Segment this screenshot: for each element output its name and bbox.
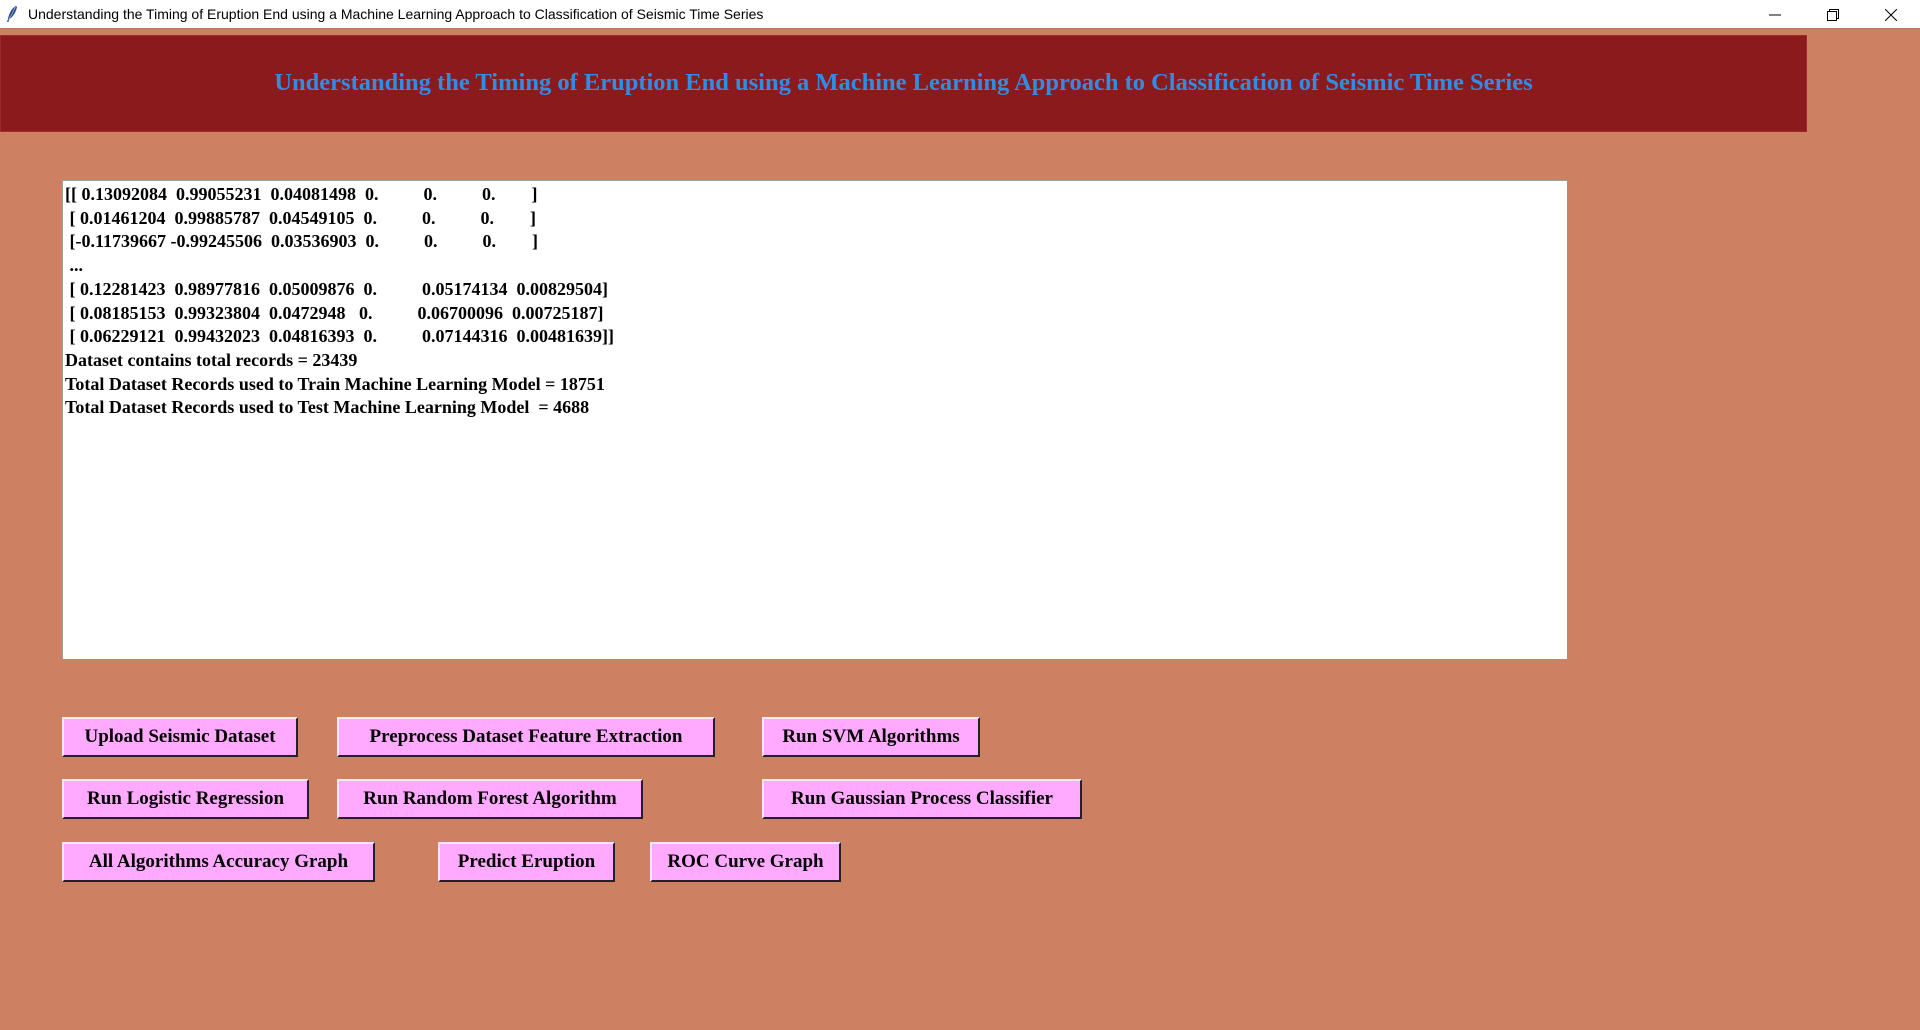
output-line: [[ 0.13092084 0.99055231 0.04081498 0. 0…: [65, 184, 538, 204]
run-random-forest-button[interactable]: Run Random Forest Algorithm: [337, 779, 643, 819]
output-line: Total Dataset Records used to Test Machi…: [65, 397, 590, 418]
window-title: Understanding the Timing of Eruption End…: [28, 6, 764, 22]
output-line: [ 0.12281423 0.98977816 0.05009876 0. 0.…: [65, 278, 609, 299]
output-line: [ 0.08185153 0.99323804 0.0472948 0. 0.0…: [65, 302, 604, 323]
run-gaussian-process-button[interactable]: Run Gaussian Process Classifier: [762, 779, 1082, 819]
header-banner: Understanding the Timing of Eruption End…: [0, 35, 1807, 132]
output-text-area[interactable]: [[ 0.13092084 0.99055231 0.04081498 0. 0…: [62, 180, 1567, 659]
roc-curve-graph-button[interactable]: ROC Curve Graph: [650, 842, 841, 882]
predict-eruption-button[interactable]: Predict Eruption: [438, 842, 615, 882]
feather-icon: [6, 4, 20, 24]
output-line: Dataset contains total records = 23439: [65, 349, 358, 370]
preprocess-dataset-button[interactable]: Preprocess Dataset Feature Extraction: [337, 717, 715, 757]
restore-icon: [1827, 8, 1839, 21]
output-line: [ 0.06229121 0.99432023 0.04816393 0. 0.…: [65, 326, 614, 347]
run-logistic-regression-button[interactable]: Run Logistic Regression: [62, 779, 309, 819]
run-svm-button[interactable]: Run SVM Algorithms: [762, 717, 980, 757]
minimize-button[interactable]: [1746, 0, 1804, 29]
output-line: ...: [65, 255, 84, 276]
output-line: [ 0.01461204 0.99885787 0.04549105 0. 0.…: [65, 207, 537, 228]
output-line: Total Dataset Records used to Train Mach…: [65, 373, 605, 394]
minimize-icon: [1769, 14, 1781, 15]
close-icon: [1885, 8, 1897, 21]
window-title-bar: Understanding the Timing of Eruption End…: [0, 0, 1920, 29]
accuracy-graph-button[interactable]: All Algorithms Accuracy Graph: [62, 842, 375, 882]
output-line: [-0.11739667 -0.99245506 0.03536903 0. 0…: [65, 231, 538, 252]
close-button[interactable]: [1862, 0, 1920, 29]
upload-seismic-dataset-button[interactable]: Upload Seismic Dataset: [62, 717, 298, 757]
restore-button[interactable]: [1804, 0, 1862, 29]
page-title: Understanding the Timing of Eruption End…: [274, 68, 1533, 96]
